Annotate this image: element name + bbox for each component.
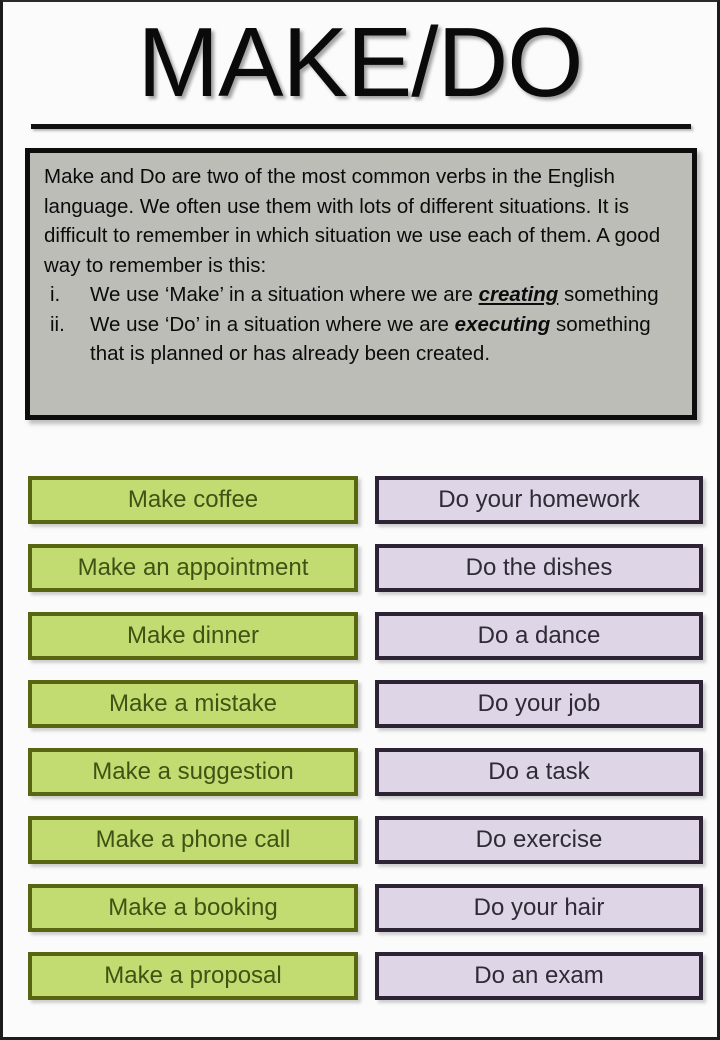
intro-rule-list: i. We use ‘Make’ in a situation where we …: [44, 280, 680, 369]
phrase-label: Make a proposal: [104, 962, 282, 989]
phrase-label: Do your job: [477, 690, 601, 717]
phrase-box-do[interactable]: Do your hair: [375, 884, 703, 932]
phrase-box-make[interactable]: Make coffee: [28, 476, 358, 524]
phrase-label: Make a booking: [108, 894, 278, 921]
title-area: MAKE/DO: [3, 8, 717, 120]
phrase-label: Make an appointment: [77, 554, 309, 581]
phrase-label: Make coffee: [127, 486, 259, 513]
phrase-box-do[interactable]: Do the dishes: [375, 544, 703, 592]
phrase-box-make[interactable]: Make a proposal: [28, 952, 358, 1000]
phrase-box-do[interactable]: Do a dance: [375, 612, 703, 660]
phrase-label: Make dinner: [126, 622, 260, 649]
phrase-box-make[interactable]: Make dinner: [28, 612, 358, 660]
do-column: Do your homework Do the dishes Do a dance D…: [375, 476, 703, 1020]
intro-rule-text-after: something: [558, 283, 659, 306]
phrase-box-do[interactable]: Do your homework: [375, 476, 703, 524]
phrase-box-make[interactable]: Make an appointment: [28, 544, 358, 592]
intro-paragraph: Make and Do are two of the most common v…: [44, 165, 661, 277]
phrase-label: Do exercise: [475, 826, 603, 853]
phrase-label: Do a dance: [477, 622, 601, 649]
phrase-box-make[interactable]: Make a booking: [28, 884, 358, 932]
phrase-box-do[interactable]: Do exercise: [375, 816, 703, 864]
intro-rule-text-before: We use ‘Make’ in a situation where we ar…: [90, 283, 479, 306]
intro-rule-text-before: We use ‘Do’ in a situation where we are: [90, 312, 455, 336]
intro-rule-item: ii. We use ‘Do’ in a situation where we a…: [44, 310, 680, 369]
intro-rule-marker: ii.: [50, 312, 65, 336]
worksheet-page: MAKE/DO Make and Do are two of the most …: [0, 0, 720, 1040]
phrase-label: Make a phone call: [95, 826, 291, 853]
phrase-box-make[interactable]: Make a phone call: [28, 816, 358, 864]
intro-rule-emphasis: creating: [478, 283, 559, 306]
phrase-label: Do the dishes: [465, 554, 613, 581]
intro-rule-marker: i.: [50, 283, 61, 306]
title-divider-rule: [31, 124, 691, 129]
phrase-box-make[interactable]: Make a mistake: [28, 680, 358, 728]
phrase-box-do[interactable]: Do your job: [375, 680, 703, 728]
intro-explanation-box: Make and Do are two of the most common v…: [25, 148, 697, 420]
phrase-box-do[interactable]: Do a task: [375, 748, 703, 796]
phrase-label: Make a suggestion: [92, 758, 294, 785]
page-title: MAKE/DO: [137, 7, 584, 117]
phrase-box-make[interactable]: Make a suggestion: [28, 748, 358, 796]
intro-rule-item: i. We use ‘Make’ in a situation where we …: [44, 280, 680, 310]
phrase-label: Do an exam: [474, 962, 604, 989]
phrase-label: Do your homework: [438, 486, 640, 513]
phrase-label: Do a task: [488, 758, 590, 785]
phrase-label: Do your hair: [473, 894, 605, 921]
make-column: Make coffee Make an appointment Make dinne…: [28, 476, 358, 1020]
intro-rule-emphasis: executing: [454, 312, 551, 336]
phrase-label: Make a mistake: [108, 690, 278, 717]
phrase-box-do[interactable]: Do an exam: [375, 952, 703, 1000]
phrase-columns: Make coffee Make an appointment Make dinne…: [3, 476, 717, 1006]
